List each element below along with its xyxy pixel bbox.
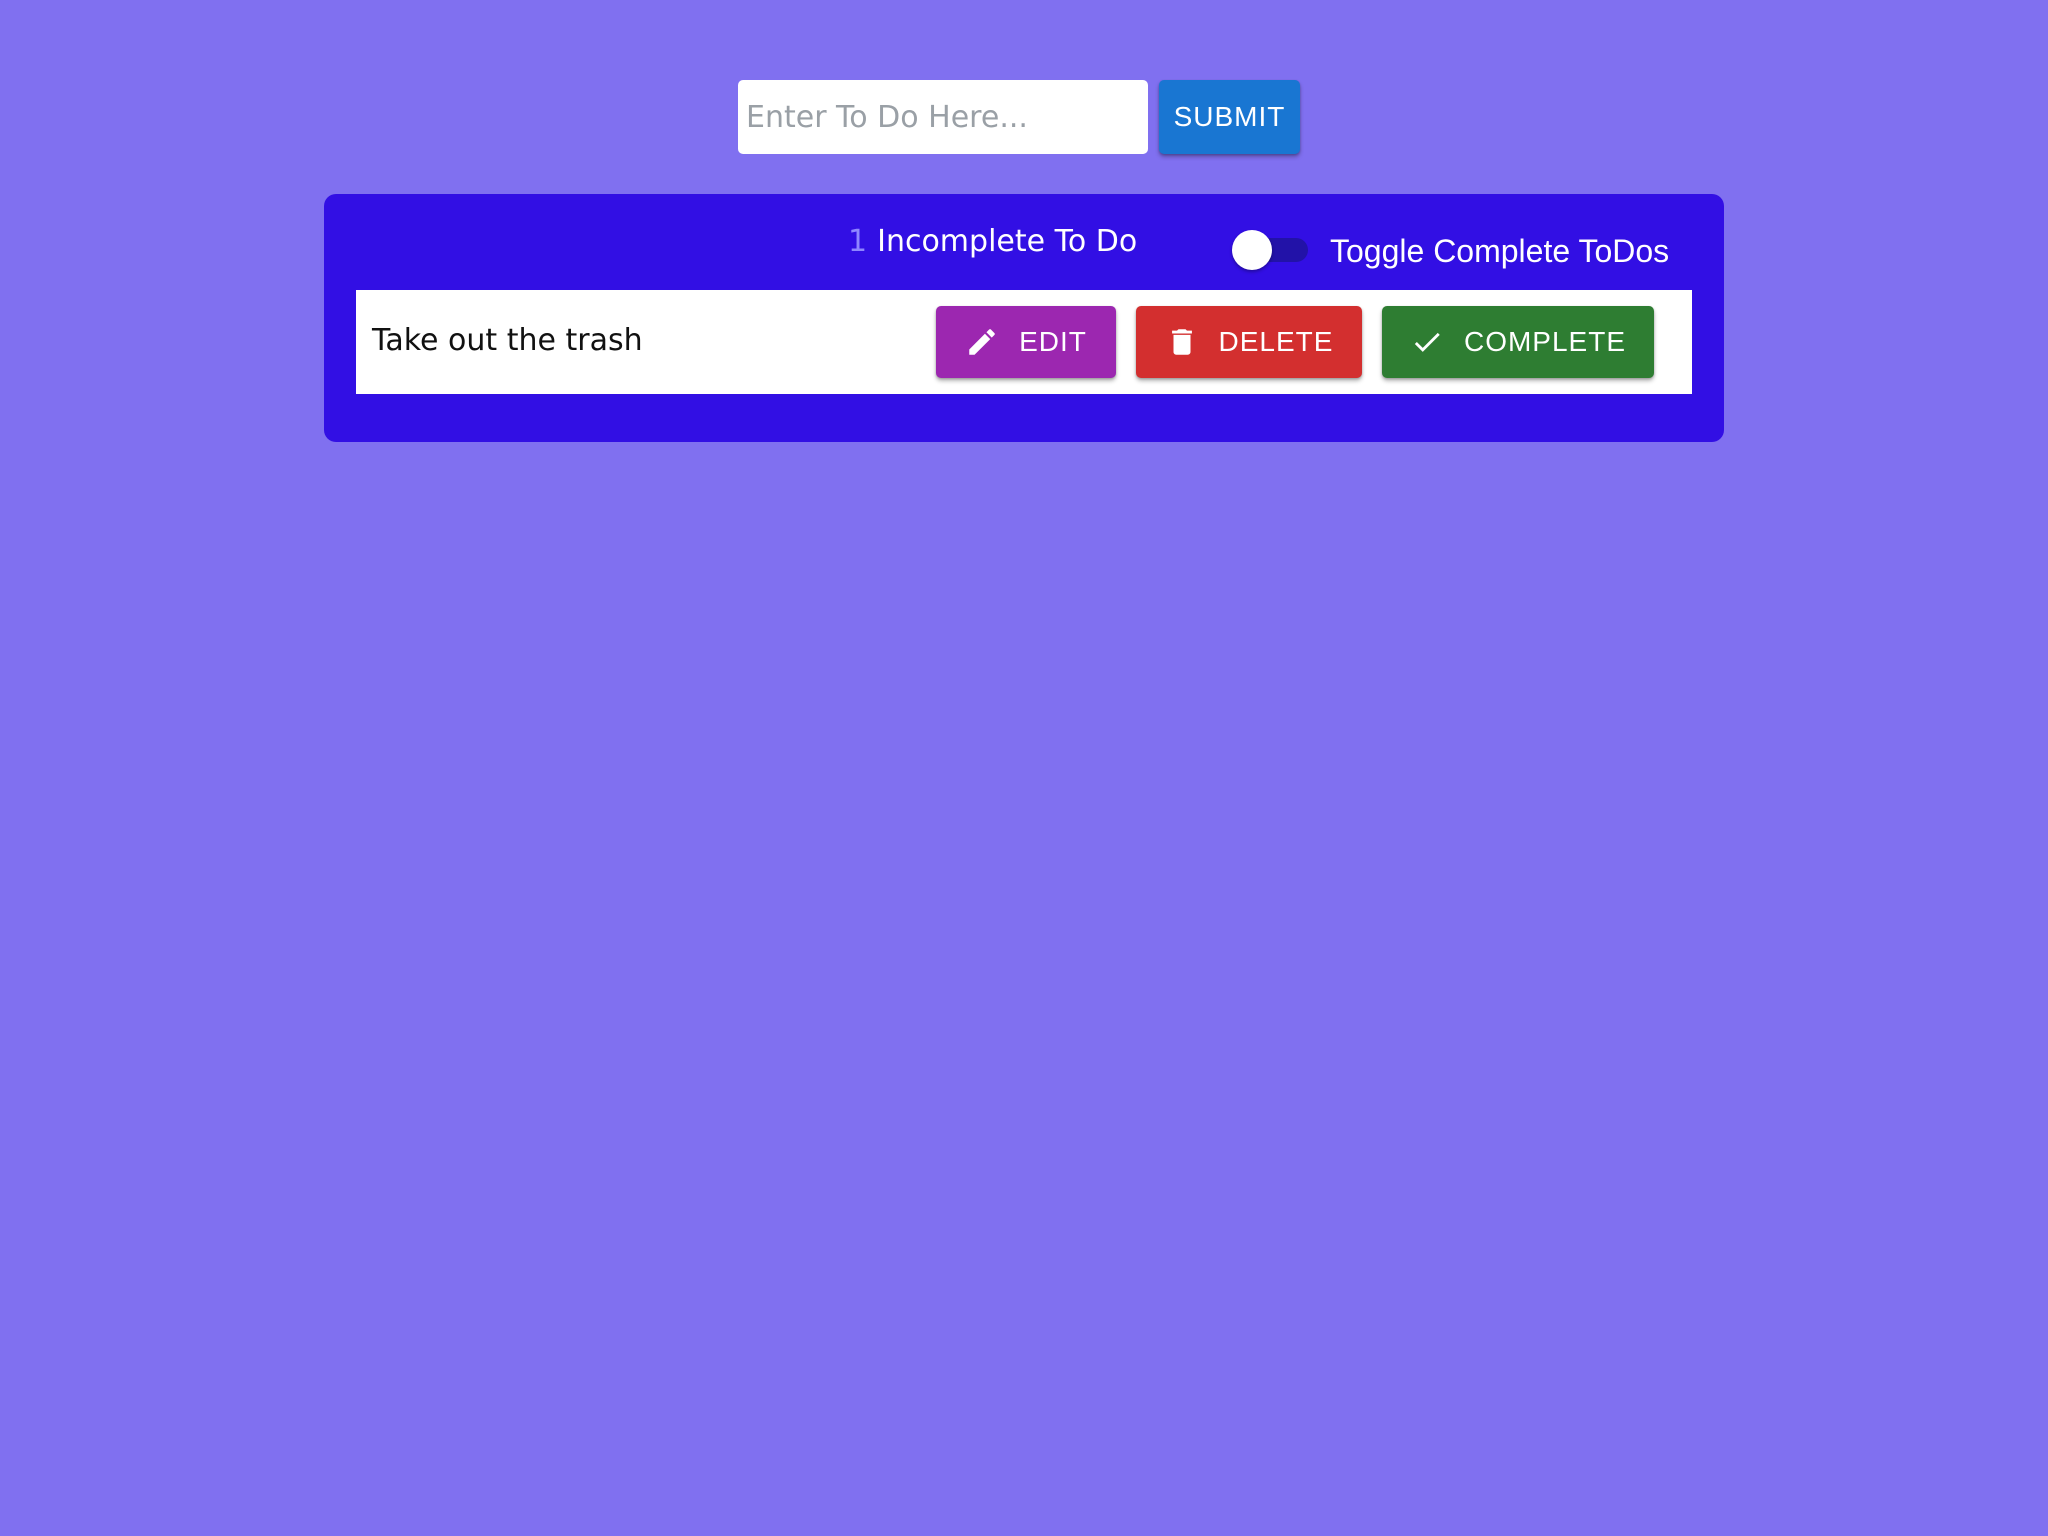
toggle-complete-switch[interactable]: [1232, 230, 1308, 270]
todo-panel: 1 Incomplete To Do Toggle Complete ToDos …: [324, 194, 1724, 442]
todo-form: SUBMIT: [738, 80, 1300, 154]
complete-button-label: COMPLETE: [1463, 326, 1627, 357]
pencil-icon: [965, 325, 999, 359]
incomplete-count-heading: 1 Incomplete To Do: [848, 224, 1137, 259]
todo-item-text: Take out the trash: [372, 323, 643, 358]
incomplete-label: Incomplete To Do: [877, 224, 1138, 259]
incomplete-count: 1: [848, 224, 868, 259]
delete-button-label: DELETE: [1218, 326, 1334, 357]
check-icon: [1410, 325, 1444, 359]
todo-item: Take out the trash EDIT DELETE COMPLETE: [356, 290, 1692, 394]
edit-button[interactable]: EDIT: [936, 306, 1116, 378]
complete-button[interactable]: COMPLETE: [1382, 306, 1654, 378]
toggle-thumb[interactable]: [1232, 230, 1272, 270]
edit-button-label: EDIT: [1019, 326, 1087, 357]
todo-input[interactable]: [738, 80, 1148, 154]
trash-icon: [1165, 325, 1199, 359]
toggle-complete-label[interactable]: Toggle Complete ToDos: [1330, 233, 1669, 270]
submit-button[interactable]: SUBMIT: [1159, 80, 1300, 154]
delete-button[interactable]: DELETE: [1136, 306, 1362, 378]
